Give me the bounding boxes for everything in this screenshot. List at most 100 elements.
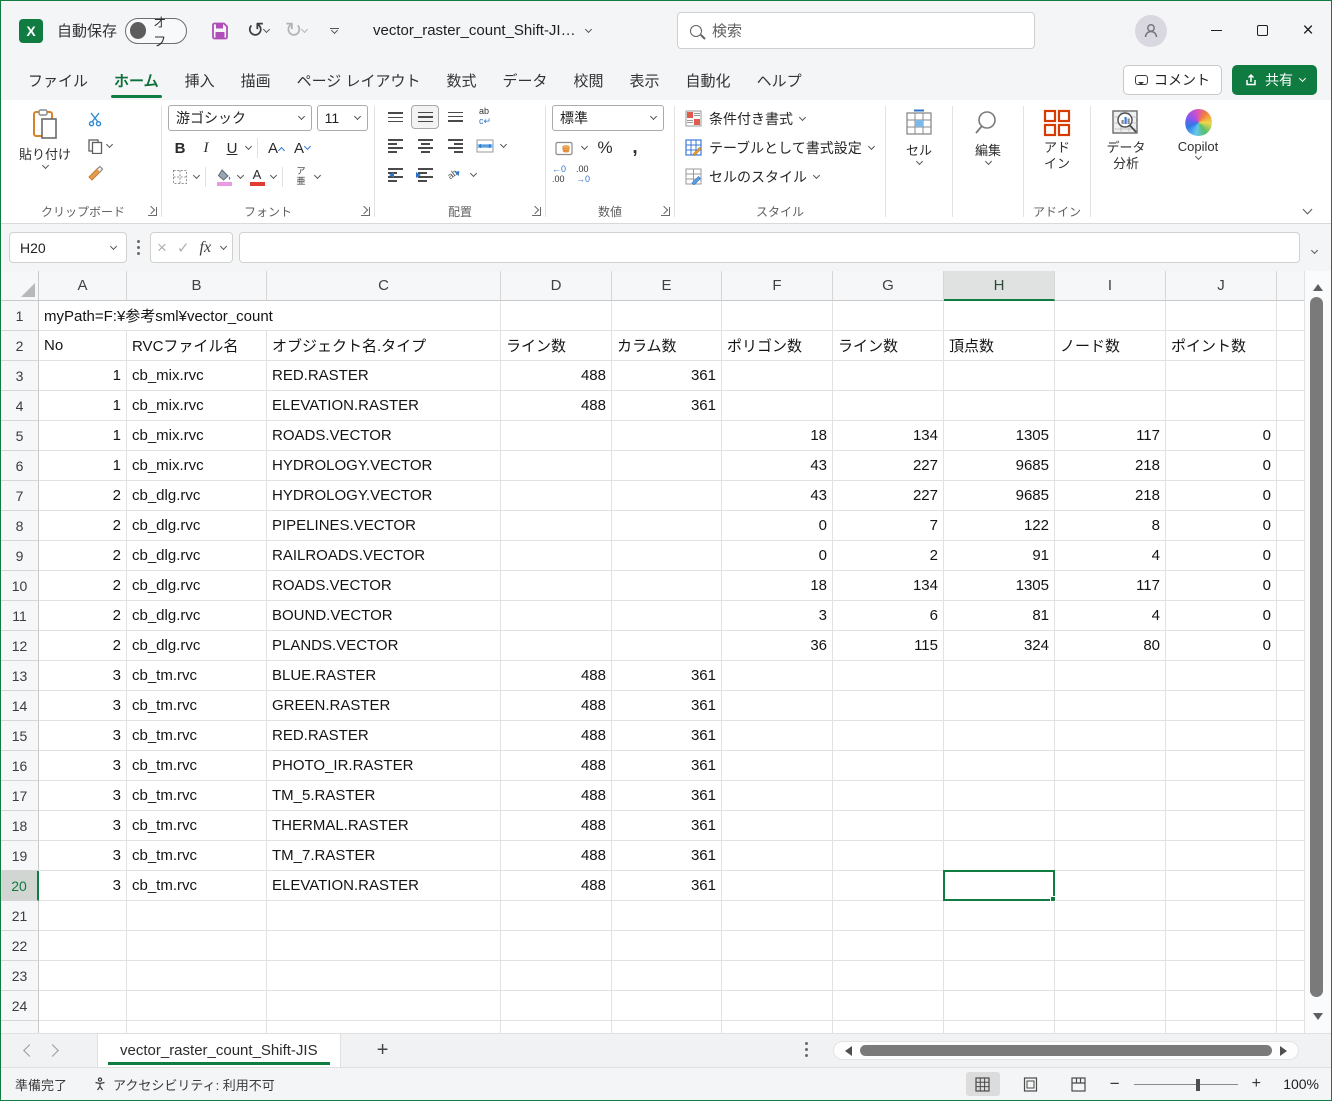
cell[interactable] bbox=[501, 511, 612, 541]
cell[interactable] bbox=[944, 901, 1055, 931]
increase-indent-button[interactable] bbox=[411, 163, 439, 187]
cell[interactable] bbox=[1166, 691, 1277, 721]
cell-styles-button[interactable]: セルのスタイル bbox=[681, 163, 879, 190]
clipboard-dialog-launcher[interactable] bbox=[148, 207, 157, 216]
phonetic-dropdown-icon[interactable] bbox=[314, 172, 321, 179]
column-header-A[interactable]: A bbox=[39, 271, 127, 301]
cell-partial[interactable] bbox=[1277, 991, 1306, 1021]
accessibility-status[interactable]: アクセシビリティ: 利用不可 bbox=[93, 1075, 275, 1094]
collapse-ribbon-icon[interactable] bbox=[1303, 205, 1313, 215]
cell-partial[interactable] bbox=[1277, 571, 1306, 601]
cell[interactable]: 361 bbox=[612, 721, 722, 751]
cell[interactable]: RAILROADS.VECTOR bbox=[267, 541, 501, 571]
cell[interactable]: 361 bbox=[612, 691, 722, 721]
cell-partial[interactable] bbox=[1277, 331, 1306, 361]
cell[interactable]: 91 bbox=[944, 541, 1055, 571]
prev-sheet-icon[interactable] bbox=[23, 1044, 36, 1057]
cell[interactable]: 324 bbox=[944, 631, 1055, 661]
cell[interactable]: cb_dlg.rvc bbox=[127, 541, 267, 571]
row-header-19[interactable]: 19 bbox=[1, 841, 39, 871]
cell[interactable]: cb_tm.rvc bbox=[127, 751, 267, 781]
insert-function-icon[interactable]: fx bbox=[200, 239, 212, 257]
cell[interactable] bbox=[501, 421, 612, 451]
ribbon-tab-描画[interactable]: 描画 bbox=[228, 60, 284, 100]
wrap-text-button[interactable]: abc↵ bbox=[471, 105, 499, 129]
zoom-slider[interactable] bbox=[1134, 1084, 1238, 1085]
decrease-font-button[interactable]: A bbox=[290, 136, 314, 160]
editing-button[interactable]: 編集 bbox=[965, 105, 1011, 223]
page-layout-view-button[interactable] bbox=[1014, 1072, 1048, 1096]
italic-button[interactable]: I bbox=[194, 136, 218, 160]
font-color-dropdown-icon[interactable] bbox=[270, 172, 277, 179]
cell[interactable] bbox=[1166, 841, 1277, 871]
cell[interactable]: 361 bbox=[612, 361, 722, 391]
cell-header[interactable]: ポイント数 bbox=[1166, 331, 1277, 361]
cell[interactable] bbox=[1055, 361, 1166, 391]
row-header-15[interactable]: 15 bbox=[1, 721, 39, 751]
cell[interactable] bbox=[722, 781, 833, 811]
cell[interactable] bbox=[833, 301, 944, 331]
cell[interactable] bbox=[39, 961, 127, 991]
cell[interactable] bbox=[1055, 661, 1166, 691]
accounting-format-button[interactable] bbox=[552, 136, 576, 160]
phonetic-button[interactable]: ア亜 bbox=[289, 165, 313, 189]
row-header-21[interactable]: 21 bbox=[1, 901, 39, 931]
row-header-10[interactable]: 10 bbox=[1, 571, 39, 601]
cell[interactable] bbox=[944, 781, 1055, 811]
fill-handle[interactable] bbox=[1050, 896, 1056, 902]
cell[interactable]: 488 bbox=[501, 361, 612, 391]
cell[interactable] bbox=[1166, 361, 1277, 391]
cell-partial[interactable] bbox=[1277, 811, 1306, 841]
cell-partial[interactable] bbox=[1277, 781, 1306, 811]
cell[interactable]: PIPELINES.VECTOR bbox=[267, 511, 501, 541]
cell-header[interactable]: カラム数 bbox=[612, 331, 722, 361]
format-painter-button[interactable] bbox=[83, 161, 116, 185]
cell[interactable]: 3 bbox=[39, 871, 127, 901]
cell[interactable]: 3 bbox=[39, 811, 127, 841]
cell[interactable] bbox=[833, 661, 944, 691]
borders-button[interactable] bbox=[168, 165, 192, 189]
cell-partial[interactable] bbox=[1277, 751, 1306, 781]
cell[interactable] bbox=[944, 841, 1055, 871]
comma-style-button[interactable]: , bbox=[623, 136, 647, 160]
cell[interactable] bbox=[944, 361, 1055, 391]
cell[interactable]: 122 bbox=[944, 511, 1055, 541]
cell[interactable]: 361 bbox=[612, 871, 722, 901]
cell[interactable]: 3 bbox=[39, 781, 127, 811]
cell[interactable] bbox=[501, 481, 612, 511]
cell[interactable]: PHOTO_IR.RASTER bbox=[267, 751, 501, 781]
select-all-corner[interactable] bbox=[1, 271, 39, 301]
cell[interactable]: TM_5.RASTER bbox=[267, 781, 501, 811]
cell[interactable]: 1 bbox=[39, 391, 127, 421]
cell[interactable] bbox=[612, 931, 722, 961]
cell[interactable]: 1 bbox=[39, 451, 127, 481]
cell[interactable]: RED.RASTER bbox=[267, 721, 501, 751]
namebox-resize-handle[interactable] bbox=[133, 240, 144, 255]
cell[interactable]: 2 bbox=[39, 511, 127, 541]
cell-partial[interactable] bbox=[1277, 871, 1306, 901]
customize-qat-button[interactable] bbox=[317, 14, 351, 48]
row-header-2[interactable]: 2 bbox=[1, 331, 39, 361]
cell[interactable]: 3 bbox=[39, 691, 127, 721]
cell[interactable]: cb_mix.rvc bbox=[127, 361, 267, 391]
row-header-1[interactable]: 1 bbox=[1, 301, 39, 331]
zoom-out-button[interactable]: − bbox=[1110, 1074, 1120, 1094]
borders-dropdown-icon[interactable] bbox=[193, 172, 200, 179]
cell[interactable] bbox=[612, 451, 722, 481]
cell[interactable]: 218 bbox=[1055, 481, 1166, 511]
cell[interactable] bbox=[944, 691, 1055, 721]
cell[interactable] bbox=[501, 631, 612, 661]
cell[interactable]: 488 bbox=[501, 871, 612, 901]
cell[interactable] bbox=[944, 811, 1055, 841]
underline-dropdown-icon[interactable] bbox=[245, 143, 252, 150]
ribbon-tab-数式[interactable]: 数式 bbox=[433, 60, 489, 100]
fill-color-dropdown-icon[interactable] bbox=[237, 172, 244, 179]
row-header-22[interactable]: 22 bbox=[1, 931, 39, 961]
cell[interactable] bbox=[722, 661, 833, 691]
cell-header[interactable]: 頂点数 bbox=[944, 331, 1055, 361]
align-top-button[interactable] bbox=[381, 105, 409, 129]
cell[interactable] bbox=[501, 301, 612, 331]
cell[interactable] bbox=[1055, 931, 1166, 961]
cell[interactable] bbox=[612, 541, 722, 571]
ribbon-tab-ホーム[interactable]: ホーム bbox=[101, 60, 172, 100]
